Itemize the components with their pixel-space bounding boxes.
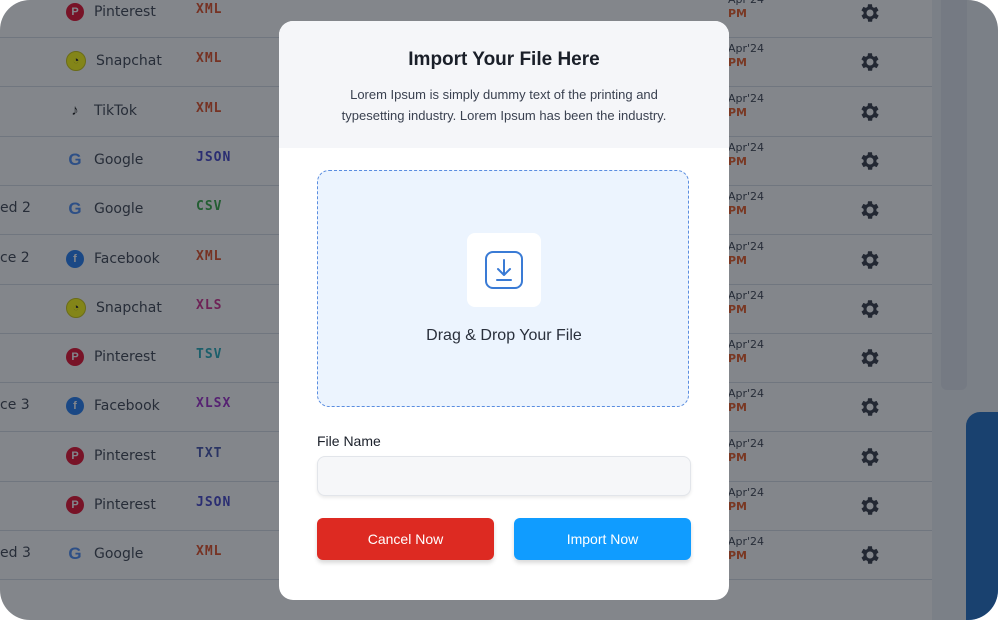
file-dropzone[interactable]: Drag & Drop Your File (317, 170, 689, 407)
modal-header: Import Your File Here Lorem Ipsum is sim… (279, 21, 729, 148)
import-button[interactable]: Import Now (514, 518, 691, 560)
import-file-modal: Import Your File Here Lorem Ipsum is sim… (279, 21, 729, 600)
upload-icon-container (467, 233, 541, 307)
file-name-label: File Name (317, 433, 381, 449)
file-name-input[interactable] (317, 456, 691, 496)
cancel-button[interactable]: Cancel Now (317, 518, 494, 560)
modal-description: Lorem Ipsum is simply dummy text of the … (341, 87, 667, 123)
download-icon (485, 251, 523, 289)
modal-title: Import Your File Here (408, 49, 600, 70)
app-frame: PPinterestXMLApr'24PM◔SnapchatXMLApr'24P… (0, 0, 998, 620)
dropzone-label: Drag & Drop Your File (426, 327, 582, 344)
